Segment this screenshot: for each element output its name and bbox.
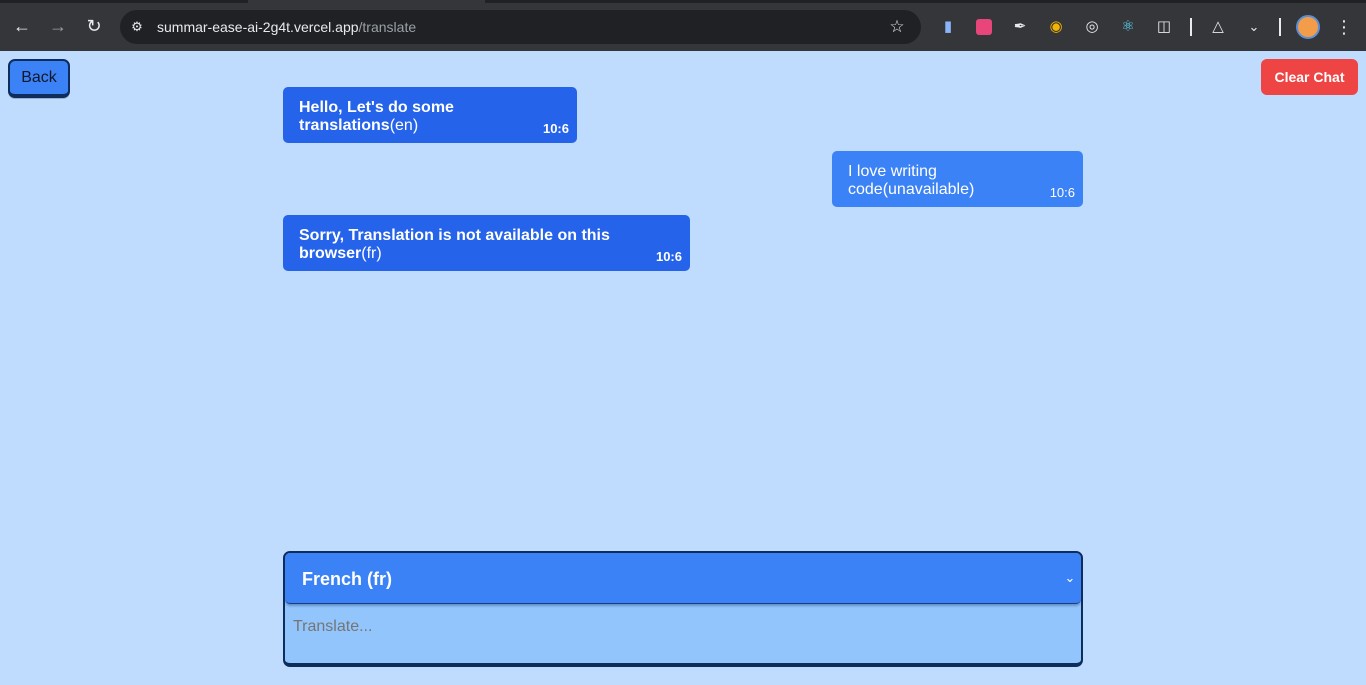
back-arrow-icon[interactable]: ← (10, 14, 34, 38)
docs-icon[interactable]: ▮ (937, 16, 959, 38)
toolbar-divider (1190, 18, 1192, 36)
reload-icon[interactable]: ↻ (82, 14, 106, 38)
translate-input[interactable] (293, 616, 1073, 638)
language-select-value: French (fr) (302, 569, 392, 589)
bug-icon[interactable]: ◉ (1045, 16, 1067, 38)
chat-message-bot: Sorry, Translation is not available on t… (283, 215, 690, 271)
kebab-menu-icon[interactable]: ⋮ (1333, 16, 1355, 38)
message-time: 10:6 (542, 121, 569, 136)
url-path: /translate (358, 19, 417, 35)
flask-icon[interactable]: △ (1207, 16, 1229, 38)
chat-message-user: I love writing code(unavailable) 10:6 (832, 151, 1083, 207)
calendar-icon[interactable] (973, 16, 995, 38)
message-time: 10:6 (1049, 185, 1075, 200)
browser-toolbar: ← → ↻ ⚙ summar-ease-ai-2g4t.vercel.app/t… (0, 0, 1366, 51)
message-language: (fr) (361, 245, 382, 262)
url-domain: summar-ease-ai-2g4t.vercel.app (157, 19, 359, 35)
language-select[interactable]: French (fr) ⌄ (285, 553, 1081, 604)
forward-arrow-icon[interactable]: → (46, 14, 70, 38)
star-icon[interactable]: ☆ (886, 16, 908, 38)
translate-composer: French (fr) ⌄ (283, 551, 1083, 667)
toolbar-divider (1279, 18, 1281, 36)
address-bar-url[interactable]: summar-ease-ai-2g4t.vercel.app/translate (157, 18, 416, 36)
puzzle-icon[interactable]: ◫ (1153, 16, 1175, 38)
site-info-icon[interactable]: ⚙ (127, 17, 147, 37)
eyedropper-icon[interactable]: ✒ (1009, 16, 1031, 38)
tab-strip-edge (0, 0, 248, 3)
chevron-down-icon: ⌄ (1064, 570, 1076, 585)
clear-chat-button[interactable]: Clear Chat (1261, 59, 1358, 95)
react-icon[interactable]: ⚛ (1117, 16, 1139, 38)
message-language: (unavailable) (882, 181, 975, 198)
tab-strip-edge (485, 0, 1366, 3)
profile-avatar[interactable] (1296, 15, 1320, 39)
target-icon[interactable]: ◎ (1081, 16, 1103, 38)
chat-message-bot: Hello, Let's do some translations(en) 10… (283, 87, 577, 143)
message-language: (en) (389, 117, 419, 134)
chevron-down-icon[interactable]: ⌄ (1243, 16, 1265, 38)
message-text: Sorry, Translation is not available on t… (299, 227, 610, 262)
message-text: Hello, Let's do some translations (299, 99, 454, 134)
message-time: 10:6 (655, 249, 682, 264)
back-button[interactable]: Back (8, 59, 70, 98)
